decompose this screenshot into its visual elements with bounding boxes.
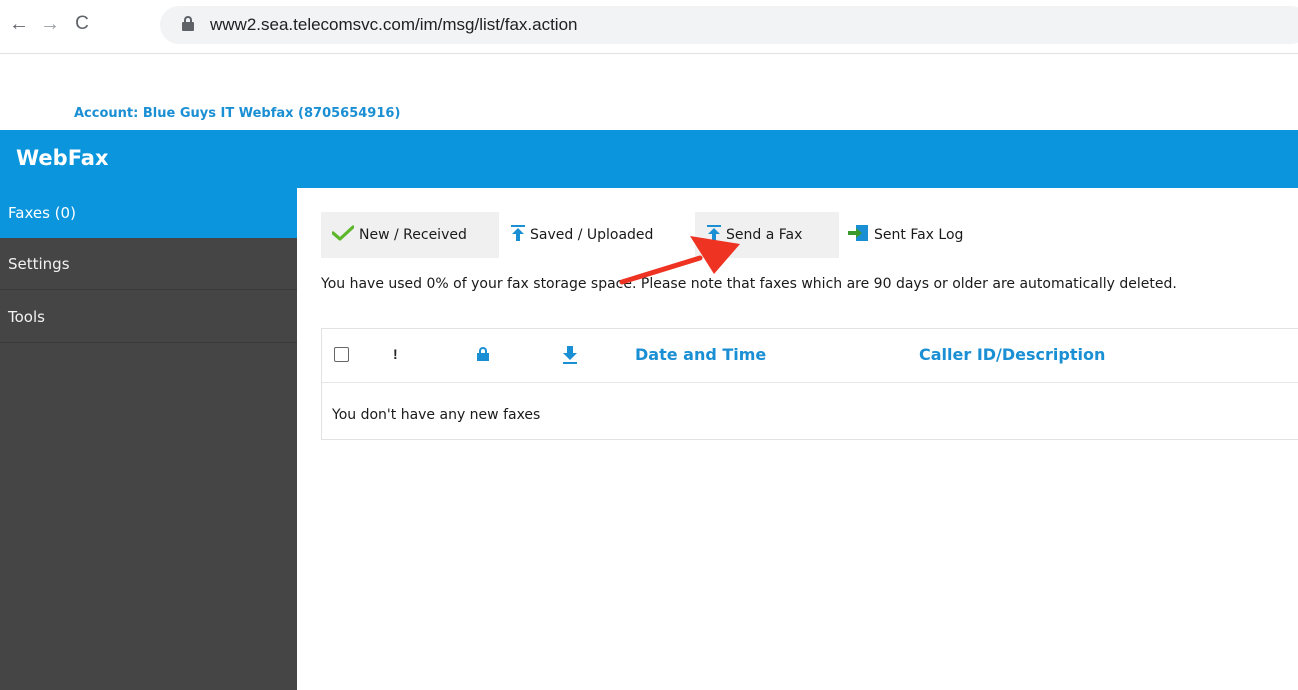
sidebar: Faxes (0) Settings Tools (0, 188, 297, 690)
tab-send-a-fax[interactable]: Send a Fax (695, 212, 839, 258)
caller-id-column-header[interactable]: Caller ID/Description (919, 345, 1105, 364)
lock-icon (182, 16, 194, 31)
table-header: ! Date and Time Caller ID/Description (322, 329, 1298, 383)
lock-icon[interactable] (477, 347, 489, 361)
priority-flag-column[interactable]: ! (393, 346, 398, 362)
tab-new-received[interactable]: New / Received (321, 212, 499, 258)
empty-table-message: You don't have any new faxes (332, 407, 541, 423)
tab-send-a-fax-label: Send a Fax (726, 227, 803, 243)
browser-toolbar: ← → C www2.sea.telecomsvc.com/im/msg/lis… (0, 0, 1298, 54)
tab-saved-uploaded[interactable]: Saved / Uploaded (499, 212, 694, 258)
upload-icon (707, 225, 721, 241)
back-arrow-icon[interactable]: ← (7, 12, 31, 36)
tab-saved-uploaded-label: Saved / Uploaded (530, 227, 654, 243)
reload-icon[interactable]: C (70, 12, 94, 36)
url-text[interactable]: www2.sea.telecomsvc.com/im/msg/list/fax.… (210, 15, 578, 35)
select-all-checkbox[interactable] (334, 347, 349, 362)
download-icon[interactable] (562, 345, 578, 365)
address-bar[interactable]: www2.sea.telecomsvc.com/im/msg/list/fax.… (160, 6, 1298, 44)
account-label: Account: Blue Guys IT Webfax (8705654916… (74, 106, 401, 121)
tab-sent-fax-log-label: Sent Fax Log (874, 227, 964, 243)
fax-table: ! Date and Time Caller ID/Description Yo… (321, 328, 1298, 440)
check-icon (332, 225, 354, 241)
sidebar-item-settings[interactable]: Settings (0, 238, 297, 290)
sent-log-icon (848, 225, 868, 241)
storage-notice: You have used 0% of your fax storage spa… (321, 276, 1177, 292)
app-header: WebFax (0, 130, 1298, 188)
tab-new-received-label: New / Received (359, 227, 467, 243)
sidebar-item-tools[interactable]: Tools (0, 291, 297, 343)
upload-icon (511, 225, 525, 241)
tab-sent-fax-log[interactable]: Sent Fax Log (839, 212, 979, 258)
sidebar-item-faxes[interactable]: Faxes (0) (0, 188, 297, 238)
forward-arrow-icon[interactable]: → (38, 12, 62, 36)
date-time-column-header[interactable]: Date and Time (635, 345, 766, 364)
app-title: WebFax (16, 146, 109, 170)
